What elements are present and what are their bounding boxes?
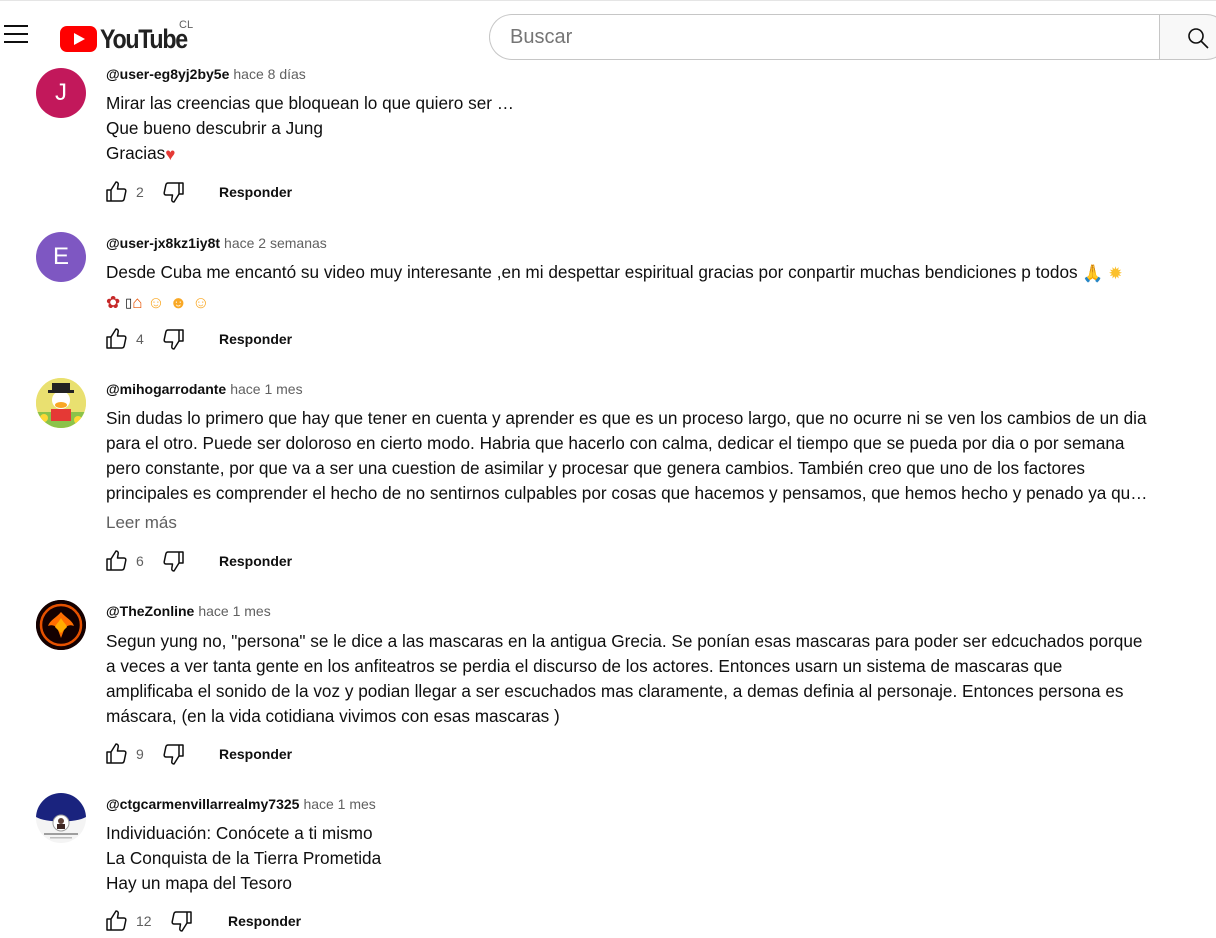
comment-line: Que bueno descubrir a Jung	[106, 118, 323, 138]
like-count: 6	[136, 553, 144, 569]
comment-text: Mirar las creencias que bloquean lo que …	[106, 91, 1156, 167]
comment-author[interactable]: @user-jx8kz1iy8t	[106, 235, 220, 251]
thumb-down-icon	[163, 744, 184, 765]
thumb-down-icon	[163, 551, 184, 572]
comment-time[interactable]: hace 1 mes	[198, 603, 270, 619]
comment-author[interactable]: @ctgcarmenvillarrealmy7325	[106, 796, 299, 812]
comment-text: Segun yung no, "persona" se le dice a la…	[106, 629, 1156, 729]
comment-line: La Conquista de la Tierra Prometida	[106, 848, 382, 868]
comment-line: para el otro. Puede ser doloroso en cier…	[106, 433, 1125, 453]
comment-text: Individuación: Conócete a ti mismo La Co…	[106, 821, 1156, 896]
thumb-up-icon	[106, 910, 127, 931]
heart-eyes-emoji-icon: ☻	[169, 292, 188, 312]
comment-line: Sin dudas lo primero que hay que tener e…	[106, 408, 1147, 428]
comment-line: Mirar las creencias que bloquean lo que …	[106, 93, 514, 113]
profile-badge-avatar-image	[36, 793, 86, 843]
like-count: 9	[136, 746, 144, 762]
reply-button[interactable]: Responder	[219, 331, 292, 347]
like-button[interactable]	[104, 742, 128, 771]
thumb-up-icon	[106, 743, 127, 764]
read-more-link[interactable]: Leer más	[106, 513, 177, 533]
comment-time[interactable]: hace 1 mes	[303, 796, 375, 812]
house-emoji-icon: ⌂	[132, 292, 143, 312]
avatar-letter: E	[52, 243, 69, 270]
avatar[interactable]	[36, 600, 86, 650]
missing-glyph-icon: ▯	[125, 294, 133, 310]
reply-button[interactable]: Responder	[219, 746, 292, 762]
comment-time[interactable]: hace 2 semanas	[224, 235, 327, 251]
rose-emoji-icon: ✿	[106, 292, 121, 312]
comment-header: @TheZonline hace 1 mes	[106, 603, 271, 619]
reply-button[interactable]: Responder	[219, 553, 292, 569]
reply-button[interactable]: Responder	[228, 913, 301, 929]
masthead: YouTube CL	[0, 0, 1216, 67]
logo-text: YouTube	[100, 24, 188, 54]
avatar-letter: J	[55, 79, 67, 106]
comment-line: Gracias	[106, 143, 166, 163]
comment-header: @mihogarrodante hace 1 mes	[106, 381, 303, 397]
dislike-button[interactable]	[162, 549, 186, 578]
play-logo-icon	[60, 26, 97, 52]
comment-time[interactable]: hace 8 días	[233, 66, 305, 82]
dislike-button[interactable]	[162, 180, 186, 209]
avatar[interactable]	[36, 793, 86, 843]
dislike-button[interactable]	[170, 909, 194, 938]
menu-icon[interactable]	[4, 25, 28, 49]
thumb-down-icon	[171, 911, 192, 932]
reply-button[interactable]: Responder	[219, 184, 292, 200]
folded-hands-emoji-icon: 🙏	[1082, 263, 1104, 283]
search-icon	[1188, 28, 1209, 49]
comment-header: @user-jx8kz1iy8t hace 2 semanas	[106, 235, 327, 251]
search-box	[489, 14, 1159, 60]
avatar[interactable]: J	[36, 68, 86, 118]
comment-line: pero constante, por que va a ser una cue…	[106, 458, 1085, 478]
like-button[interactable]	[104, 909, 128, 938]
comment-actions: 4 Responder	[104, 327, 364, 351]
comment-actions: 2 Responder	[104, 180, 364, 204]
like-count: 4	[136, 331, 144, 347]
comment-line: Desde Cuba me encantó su video muy inter…	[106, 262, 1078, 282]
comment-actions: 12 Responder	[104, 909, 364, 933]
comment-text: Desde Cuba me encantó su video muy inter…	[106, 260, 1156, 315]
smiling-hearts-emoji-icon: ☺	[147, 292, 165, 312]
like-button[interactable]	[104, 327, 128, 356]
heart-emoji-icon: ♥	[165, 144, 176, 164]
like-button[interactable]	[104, 180, 128, 209]
cartoon-avatar-image	[36, 378, 86, 428]
like-count: 12	[136, 913, 152, 929]
sparkle-emoji-icon: ✹	[1108, 263, 1123, 283]
like-button[interactable]	[104, 549, 128, 578]
like-count: 2	[136, 184, 144, 200]
comment-line: amplificaba el sonido de la voz y podian…	[106, 681, 1124, 701]
comment-time[interactable]: hace 1 mes	[230, 381, 302, 397]
avatar[interactable]: E	[36, 232, 86, 282]
comment-line: Hay un mapa del Tesoro	[106, 873, 292, 893]
comment-line: principales es comprender el hecho de no…	[106, 483, 1148, 503]
thumb-down-icon	[163, 329, 184, 350]
comment-actions: 9 Responder	[104, 742, 364, 766]
comment-header: @user-eg8yj2by5e hace 8 días	[106, 66, 306, 82]
comment-header: @ctgcarmenvillarrealmy7325 hace 1 mes	[106, 796, 376, 812]
comment-line: a veces a ver tanta gente en los anfitea…	[106, 656, 1063, 676]
search-button[interactable]	[1159, 14, 1216, 60]
comment-text: Sin dudas lo primero que hay que tener e…	[106, 406, 1156, 506]
comment-line: Segun yung no, "persona" se le dice a la…	[106, 631, 1143, 651]
thumb-up-icon	[106, 550, 127, 571]
comment-author[interactable]: @user-eg8yj2by5e	[106, 66, 229, 82]
dislike-button[interactable]	[162, 742, 186, 771]
thumb-up-icon	[106, 181, 127, 202]
dislike-button[interactable]	[162, 327, 186, 356]
phoenix-avatar-image	[36, 600, 86, 650]
comment-actions: 6 Responder	[104, 549, 364, 573]
thumb-down-icon	[163, 182, 184, 203]
comment-line: máscara, (en la vida cotidiana vivimos c…	[106, 706, 560, 726]
comment-line: Individuación: Conócete a ti mismo	[106, 823, 373, 843]
avatar[interactable]	[36, 378, 86, 428]
comment-author[interactable]: @mihogarrodante	[106, 381, 226, 397]
search-input[interactable]	[490, 15, 1130, 59]
country-code: CL	[179, 19, 194, 31]
comment-author[interactable]: @TheZonline	[106, 603, 194, 619]
kiss-emoji-icon: ☺	[192, 292, 210, 312]
thumb-up-icon	[106, 328, 127, 349]
